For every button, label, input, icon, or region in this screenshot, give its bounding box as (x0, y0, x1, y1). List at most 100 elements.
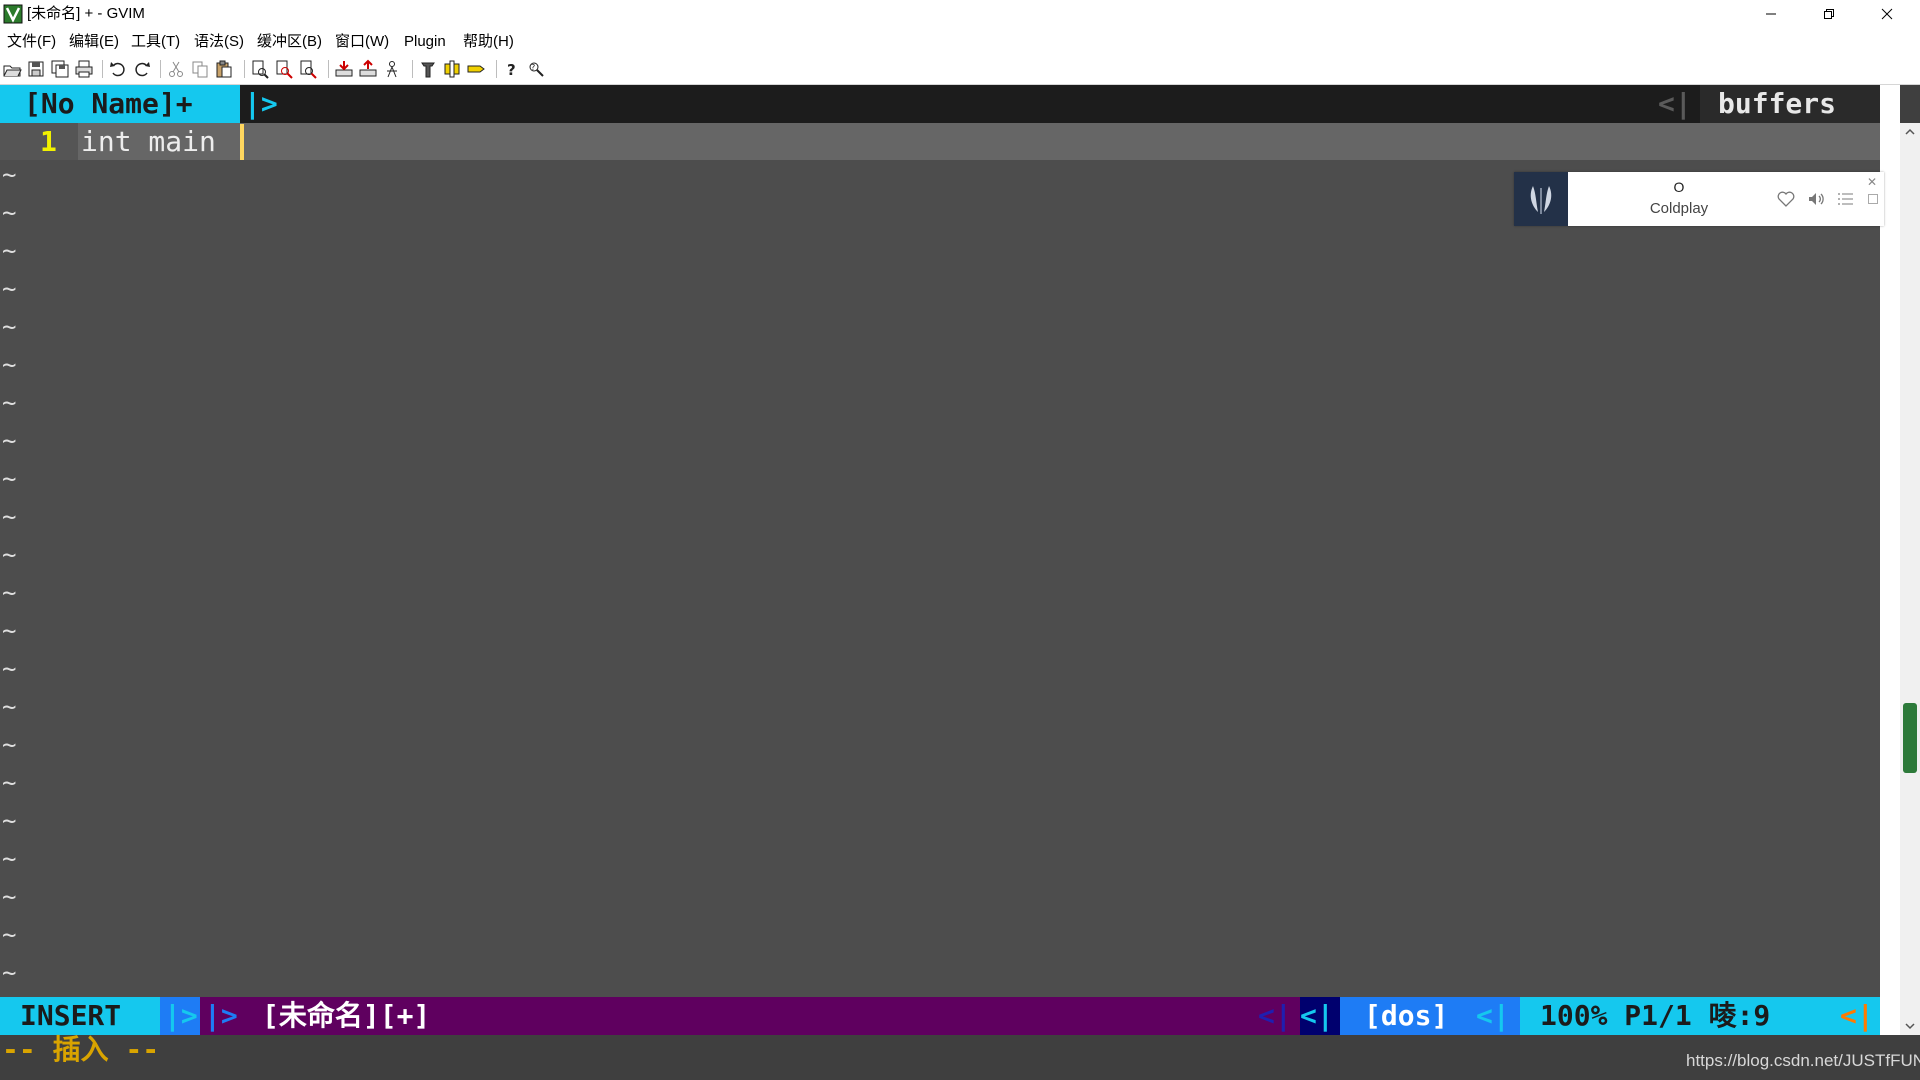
empty-line-marker: ~ (2, 655, 17, 683)
svg-text:?: ? (531, 63, 535, 72)
text-cursor (240, 124, 244, 160)
cursor-position: 100% P1/1 㖫:9 <| (1520, 997, 1880, 1035)
tab-no-name[interactable]: [No Name]+ (0, 85, 240, 123)
song-title: O (1673, 179, 1685, 195)
empty-line-marker: ~ (2, 465, 17, 493)
empty-line-marker: ~ (2, 161, 17, 189)
load-session-icon[interactable] (334, 59, 356, 79)
empty-line-marker: ~ (2, 237, 17, 265)
cursor-line (0, 123, 1880, 160)
widget-minimize-icon[interactable] (1868, 194, 1878, 204)
heart-icon[interactable] (1776, 189, 1796, 209)
empty-line-marker: ~ (2, 313, 17, 341)
album-art[interactable] (1514, 172, 1568, 226)
empty-line-marker: ~ (2, 351, 17, 379)
vim-tabline: [No Name]+ |> <| buffers (0, 85, 1880, 123)
find-help-icon[interactable]: ? (526, 59, 548, 79)
empty-line-marker: ~ (2, 959, 17, 987)
empty-line-marker: ~ (2, 883, 17, 911)
empty-line-marker: ~ (2, 389, 17, 417)
svg-text:?: ? (507, 61, 516, 79)
open-icon[interactable] (2, 59, 24, 79)
empty-line-marker: ~ (2, 731, 17, 759)
scroll-up-arrow[interactable] (1900, 123, 1920, 141)
status-separator-glyph: <| (1476, 999, 1510, 1032)
scroll-thumb[interactable] (1903, 703, 1917, 773)
status-separator-glyph: |> (164, 999, 198, 1032)
restore-button[interactable] (1800, 0, 1858, 28)
empty-line-marker: ~ (2, 275, 17, 303)
menu-syntax[interactable]: 语法(S) (194, 28, 244, 54)
chevron-down-icon (1905, 1023, 1915, 1030)
empty-line-marker: ~ (2, 693, 17, 721)
cut-icon[interactable] (166, 59, 188, 79)
empty-line-marker: ~ (2, 617, 17, 645)
status-separator: |> (160, 997, 200, 1035)
playlist-icon[interactable] (1836, 189, 1856, 209)
shell-icon[interactable] (442, 59, 464, 79)
print-icon[interactable] (74, 59, 96, 79)
save-session-icon[interactable] (358, 59, 380, 79)
scroll-down-arrow[interactable] (1900, 1017, 1920, 1035)
mode-label: INSERT (20, 999, 122, 1032)
position-label: 100% P1/1 㖫:9 (1540, 999, 1771, 1032)
music-player-widget[interactable]: O Coldplay ✕ (1514, 172, 1884, 226)
paste-icon[interactable] (214, 59, 236, 79)
copy-icon[interactable] (190, 59, 212, 79)
close-button[interactable] (1858, 0, 1916, 28)
editor-area[interactable]: 1 int main ~ ~ ~ ~ ~ ~ ~ ~ ~ ~ ~ ~ ~ ~ ~ ~ ~ ~ ~ ~ ~ ~ (0, 123, 1880, 997)
tab-separator: |> (244, 87, 278, 120)
window-margin (1880, 85, 1900, 1035)
widget-close-icon[interactable]: ✕ (1867, 176, 1877, 188)
undo-icon[interactable] (108, 59, 130, 79)
save-icon[interactable] (26, 59, 48, 79)
minimize-button[interactable] (1742, 0, 1800, 28)
volume-icon[interactable] (1806, 189, 1826, 209)
menu-plugin[interactable]: Plugin (404, 28, 446, 54)
status-separator-glyph: <| (1300, 999, 1334, 1032)
menu-window[interactable]: 窗口(W) (335, 28, 389, 54)
menu-bar: 文件(F) 编辑(E) 工具(T) 语法(S) 缓冲区(B) 窗口(W) Plu… (0, 28, 1920, 54)
empty-line-marker: ~ (2, 199, 17, 227)
empty-line-marker: ~ (2, 769, 17, 797)
file-format: [dos] <| (1340, 997, 1520, 1035)
toolbar: ? ? (0, 54, 1920, 85)
run-script-icon[interactable] (382, 59, 404, 79)
find-next-icon[interactable] (274, 59, 296, 79)
tags-icon[interactable] (466, 59, 488, 79)
empty-line-marker: ~ (2, 541, 17, 569)
menu-buffers[interactable]: 缓冲区(B) (257, 28, 322, 54)
window-title: [未命名] + - GVIM (27, 5, 145, 22)
close-icon (1881, 8, 1893, 20)
code-line[interactable]: int main (81, 123, 216, 160)
song-artist: Coldplay (1649, 200, 1709, 217)
buffers-label: buffers (1718, 87, 1837, 120)
empty-line-marker: ~ (2, 579, 17, 607)
gvim-app-icon[interactable] (3, 4, 23, 24)
menu-help[interactable]: 帮助(H) (463, 28, 514, 54)
find-prev-icon[interactable] (298, 59, 320, 79)
make-icon[interactable] (418, 59, 440, 79)
buffers-label-box[interactable]: buffers (1700, 85, 1880, 123)
save-all-icon[interactable] (50, 59, 72, 79)
restore-icon (1824, 9, 1834, 19)
line-number-gutter (0, 123, 78, 160)
status-filename: [未命名][+] (262, 999, 431, 1032)
empty-line-marker: ~ (2, 845, 17, 873)
empty-line-marker: ~ (2, 807, 17, 835)
command-line[interactable]: -- 插入 -- (0, 1035, 1920, 1080)
title-bar: [未命名] + - GVIM (0, 0, 1920, 28)
vim-statusline: INSERT |> |> [未命名][+] <| <| [dos] <| 100%… (0, 997, 1880, 1035)
menu-file[interactable]: 文件(F) (7, 28, 56, 54)
minimize-icon (1766, 13, 1776, 15)
find-replace-icon[interactable] (250, 59, 272, 79)
redo-icon[interactable] (132, 59, 154, 79)
menu-edit[interactable]: 编辑(E) (69, 28, 119, 54)
album-cover-icon (1530, 186, 1552, 214)
empty-line-marker: ~ (2, 921, 17, 949)
menu-tools[interactable]: 工具(T) (131, 28, 180, 54)
help-icon[interactable]: ? (502, 59, 524, 79)
tab-label: [No Name]+ (24, 87, 193, 120)
vertical-scrollbar[interactable] (1900, 123, 1920, 1035)
mode-indicator: INSERT (0, 997, 160, 1035)
